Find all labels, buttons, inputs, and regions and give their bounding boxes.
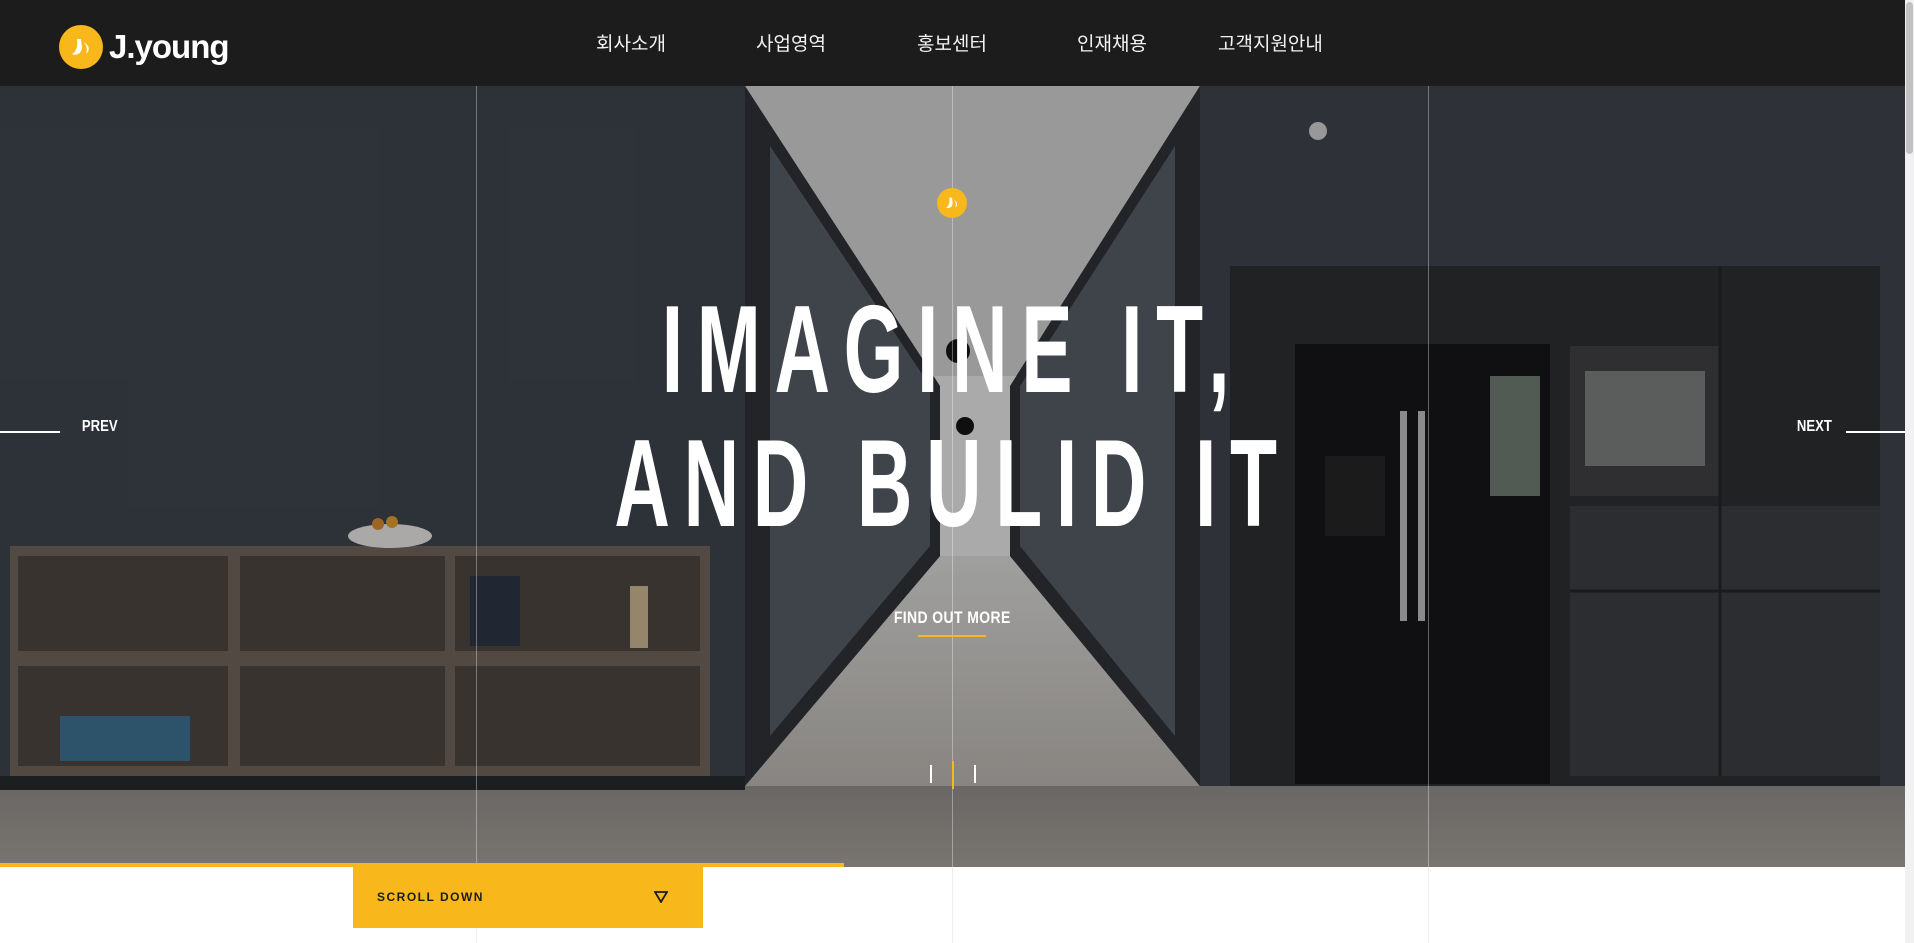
next-label: NEXT: [1796, 418, 1832, 435]
nav-item-careers[interactable]: 인재채용: [1077, 29, 1147, 56]
nav-item-pr-center[interactable]: 홍보센터: [917, 29, 987, 56]
scroll-down-button[interactable]: SCROLL DOWN: [353, 867, 703, 928]
prev-button[interactable]: PREV: [78, 418, 122, 436]
slide-dot-3[interactable]: [974, 765, 976, 783]
prev-label: PREV: [81, 418, 118, 435]
hero-slider: IMAGINE IT, AND BULID IT FIND OUT MORE P…: [0, 86, 1905, 867]
find-out-more-link[interactable]: FIND OUT MORE: [0, 608, 1905, 628]
hero-headline-line1: IMAGINE IT,: [661, 281, 1244, 419]
next-button[interactable]: NEXT: [1793, 418, 1836, 436]
hero-headline-line2: AND BULID IT: [614, 415, 1291, 553]
prev-line: [0, 431, 60, 433]
nav-item-business[interactable]: 사업영역: [756, 29, 826, 56]
site-header: J.young 회사소개 사업영역 홍보센터 인재채용 고객지원안내: [0, 0, 1905, 86]
triangle-down-icon: [654, 891, 668, 903]
slide-pagination: [930, 761, 978, 789]
nav-item-company[interactable]: 회사소개: [596, 29, 666, 56]
scrollbar-thumb[interactable]: [1906, 2, 1913, 154]
slide-dot-2[interactable]: [952, 761, 954, 789]
logo-mark-icon: [937, 188, 967, 218]
grid-line: [952, 867, 953, 943]
cta-label: FIND OUT MORE: [894, 608, 1011, 627]
cta-underline: [918, 635, 986, 637]
next-line: [1846, 431, 1905, 433]
main-nav: 회사소개 사업영역 홍보센터 인재채용 고객지원안내: [0, 0, 1905, 86]
slide-dot-1[interactable]: [930, 765, 932, 783]
grid-line: [1428, 867, 1429, 943]
scroll-down-label: SCROLL DOWN: [377, 890, 484, 904]
nav-item-support[interactable]: 고객지원안내: [1218, 29, 1323, 56]
